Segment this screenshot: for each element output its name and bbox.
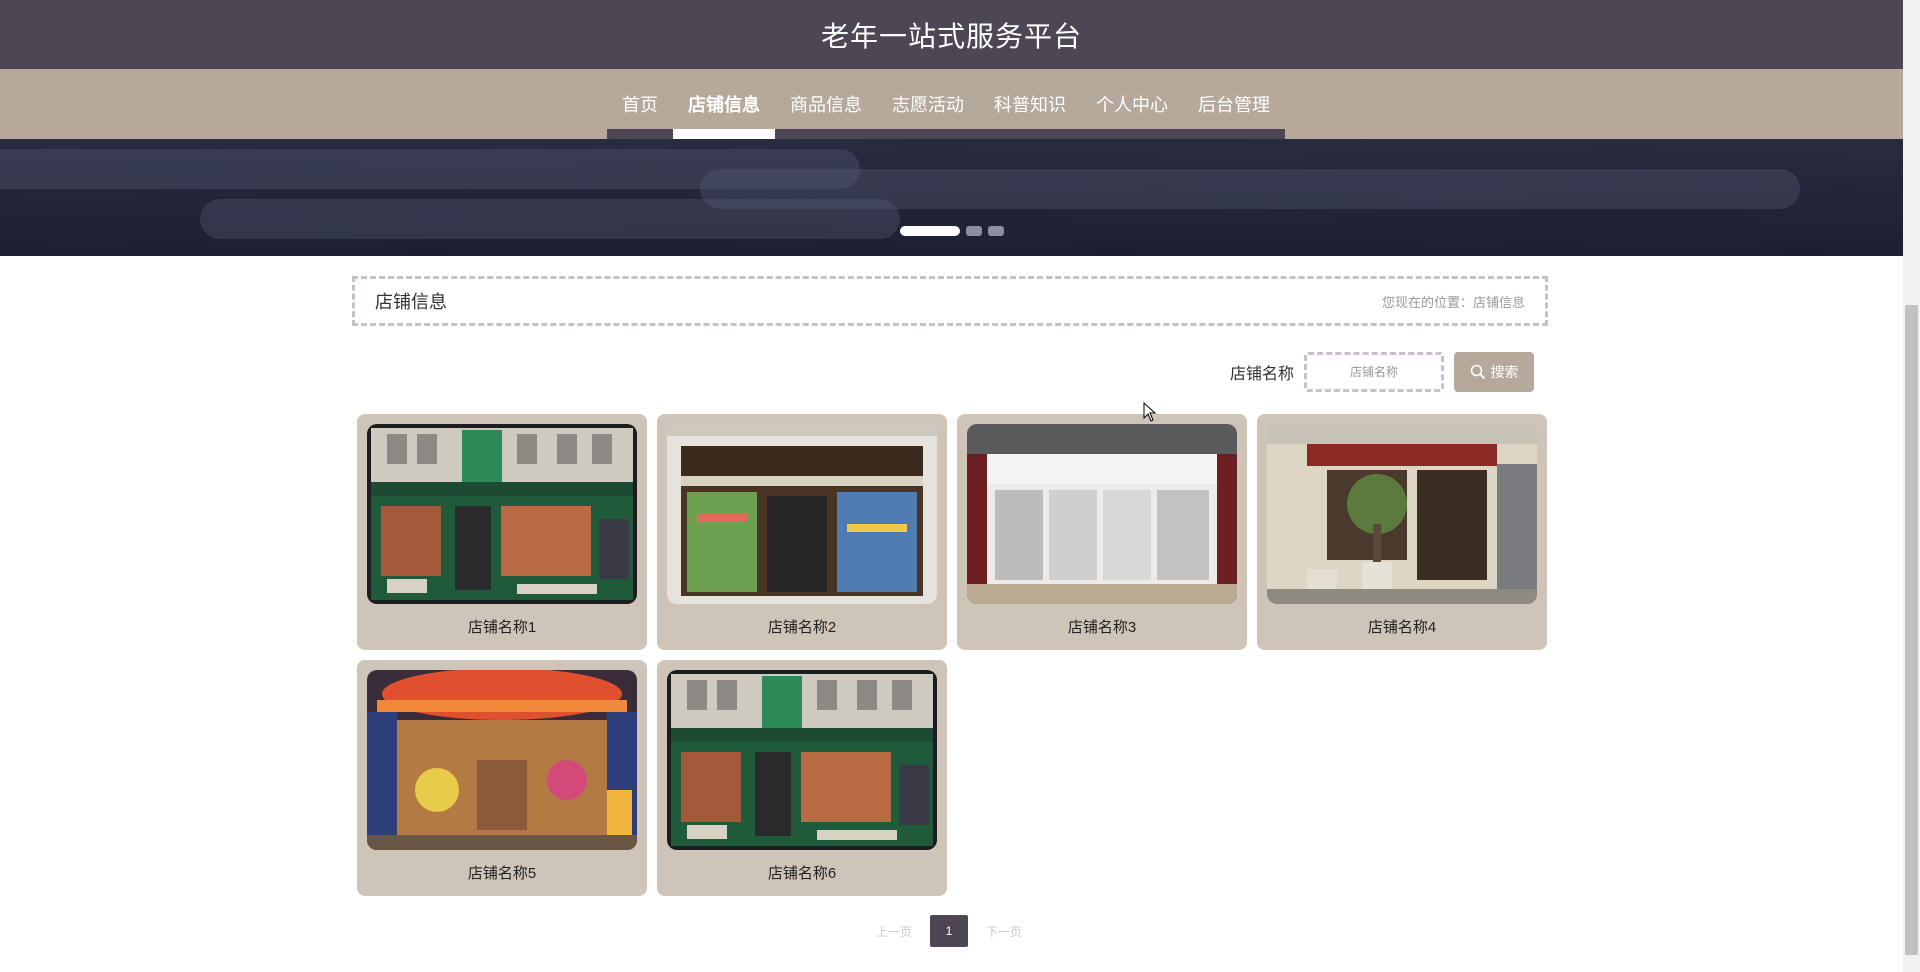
search-bar: 店铺名称 搜索 [1230, 352, 1535, 392]
nav-item-label: 店铺信息 [688, 95, 760, 115]
prev-page-button[interactable]: 上一页 [866, 915, 922, 947]
page-title: 店铺信息 [375, 292, 447, 312]
shop-name: 店铺名称1 [467, 619, 537, 636]
carousel-dots [900, 226, 1004, 236]
shop-grid: 店铺名称1 店铺名称2 店铺名称3 店铺名称4 店铺名称5 店铺名称6 [357, 414, 1547, 896]
search-button[interactable]: 搜索 [1454, 352, 1535, 392]
page-number-current[interactable]: 1 [930, 915, 969, 947]
site-title: 老年一站式服务平台 [820, 20, 1082, 52]
shop-card[interactable]: 店铺名称1 [357, 414, 647, 650]
nav-underline [775, 129, 877, 139]
nav-item-admin[interactable]: 后台管理 [1183, 69, 1285, 139]
page-scrollbar[interactable] [1903, 0, 1920, 972]
nav-underline [877, 129, 979, 139]
shop-name: 店铺名称2 [767, 619, 837, 636]
nav-underline [979, 129, 1081, 139]
shop-name: 店铺名称5 [467, 865, 537, 882]
banner-texture [200, 199, 900, 239]
nav-underline [607, 129, 673, 139]
page: 老年一站式服务平台 首页 店铺信息 商品信息 志愿活动 科普知识 个人中心 后台… [0, 0, 1920, 972]
shop-card[interactable]: 店铺名称4 [1257, 414, 1547, 650]
shop-image [667, 670, 937, 850]
breadcrumb-path: 您现在的位置：店铺信息 [1381, 294, 1525, 310]
main-nav: 首页 店铺信息 商品信息 志愿活动 科普知识 个人中心 后台管理 [0, 69, 1903, 139]
hero-banner[interactable] [0, 139, 1903, 256]
shop-card[interactable]: 店铺名称3 [957, 414, 1247, 650]
shop-image [1267, 424, 1537, 604]
search-icon [1470, 364, 1485, 380]
shop-image [967, 424, 1237, 604]
nav-item-volunteer[interactable]: 志愿活动 [877, 69, 979, 139]
nav-item-label: 首页 [622, 95, 658, 115]
nav-item-shops[interactable]: 店铺信息 [673, 69, 775, 139]
next-page-button[interactable]: 下一页 [976, 915, 1032, 947]
nav-item-home[interactable]: 首页 [607, 69, 673, 139]
nav-underline [1081, 129, 1183, 139]
shop-image [367, 670, 637, 850]
scrollbar-thumb[interactable] [1905, 305, 1918, 955]
pagination: 上一页 1 下一页 [866, 915, 1032, 947]
shop-name: 店铺名称6 [767, 865, 837, 882]
nav-item-products[interactable]: 商品信息 [775, 69, 877, 139]
nav-item-label: 后台管理 [1198, 95, 1270, 115]
nav-item-label: 商品信息 [790, 95, 862, 115]
mouse-cursor-icon [1143, 402, 1157, 422]
shop-card[interactable]: 店铺名称2 [657, 414, 947, 650]
nav-item-label: 志愿活动 [892, 95, 964, 115]
site-header: 老年一站式服务平台 [0, 0, 1903, 69]
nav-underline [1183, 129, 1285, 139]
breadcrumb: 店铺信息 您现在的位置：店铺信息 [352, 276, 1548, 326]
shop-card[interactable]: 店铺名称6 [657, 660, 947, 896]
shop-name: 店铺名称4 [1367, 619, 1437, 636]
carousel-dot[interactable] [900, 226, 960, 236]
shop-card[interactable]: 店铺名称5 [357, 660, 647, 896]
shop-image [367, 424, 637, 604]
search-label: 店铺名称 [1230, 366, 1295, 383]
carousel-dot[interactable] [966, 226, 982, 236]
nav-item-label: 个人中心 [1096, 95, 1168, 115]
carousel-dot[interactable] [988, 226, 1004, 236]
nav-underline [673, 129, 775, 139]
shop-name: 店铺名称3 [1067, 619, 1137, 636]
search-input[interactable] [1304, 352, 1445, 392]
nav-item-science[interactable]: 科普知识 [979, 69, 1081, 139]
shop-image [667, 424, 937, 604]
search-button-label: 搜索 [1490, 364, 1519, 380]
nav-item-profile[interactable]: 个人中心 [1081, 69, 1183, 139]
nav-item-label: 科普知识 [994, 95, 1066, 115]
